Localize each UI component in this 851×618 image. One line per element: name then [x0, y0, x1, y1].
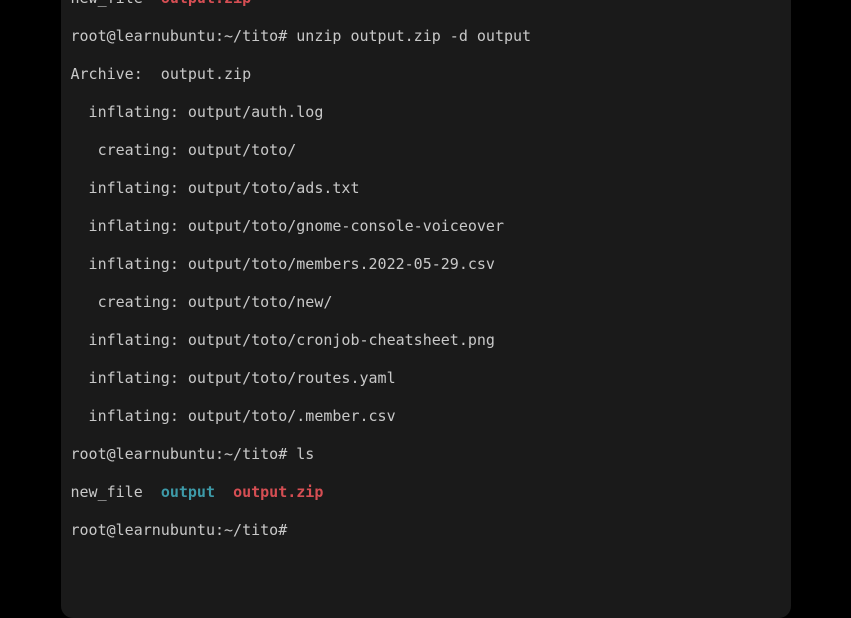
terminal-line: root@learnubuntu:~/tito#	[71, 521, 781, 540]
command: ls	[296, 445, 314, 463]
terminal-line: root@learnubuntu:~/tito# ls	[71, 445, 781, 464]
prompt: root@learnubuntu:~/tito#	[71, 445, 288, 463]
terminal-line: inflating: output/auth.log	[71, 103, 781, 122]
file-entry: new_file	[71, 483, 143, 501]
terminal-line: inflating: output/toto/.member.csv	[71, 407, 781, 426]
terminal-window: root@learnubuntu: ~/tito root@learnubunt…	[61, 0, 791, 618]
terminal-line: Archive: output.zip	[71, 65, 781, 84]
terminal-line: inflating: output/toto/ads.txt	[71, 179, 781, 198]
terminal-line: inflating: output/toto/gnome-console-voi…	[71, 217, 781, 236]
terminal-line: new_file output output.zip	[71, 483, 781, 502]
terminal-line: inflating: output/toto/routes.yaml	[71, 369, 781, 388]
prompt: root@learnubuntu:~/tito#	[71, 521, 288, 539]
terminal-line: creating: output/toto/	[71, 141, 781, 160]
prompt: root@learnubuntu:~/tito#	[71, 27, 288, 45]
command: unzip output.zip -d output	[296, 27, 531, 45]
terminal-line: creating: output/toto/new/	[71, 293, 781, 312]
zip-file-entry: output.zip	[233, 483, 323, 501]
zip-file-entry: output.zip	[161, 0, 251, 7]
terminal-body[interactable]: root@learnubuntu:~/tito# ls new_file out…	[61, 0, 791, 618]
terminal-line: inflating: output/toto/cronjob-cheatshee…	[71, 331, 781, 350]
terminal-line: root@learnubuntu:~/tito# unzip output.zi…	[71, 27, 781, 46]
terminal-line: inflating: output/toto/members.2022-05-2…	[71, 255, 781, 274]
dir-entry: output	[161, 483, 215, 501]
file-entry: new_file	[71, 0, 143, 7]
terminal-line: new_file output.zip	[71, 0, 781, 8]
